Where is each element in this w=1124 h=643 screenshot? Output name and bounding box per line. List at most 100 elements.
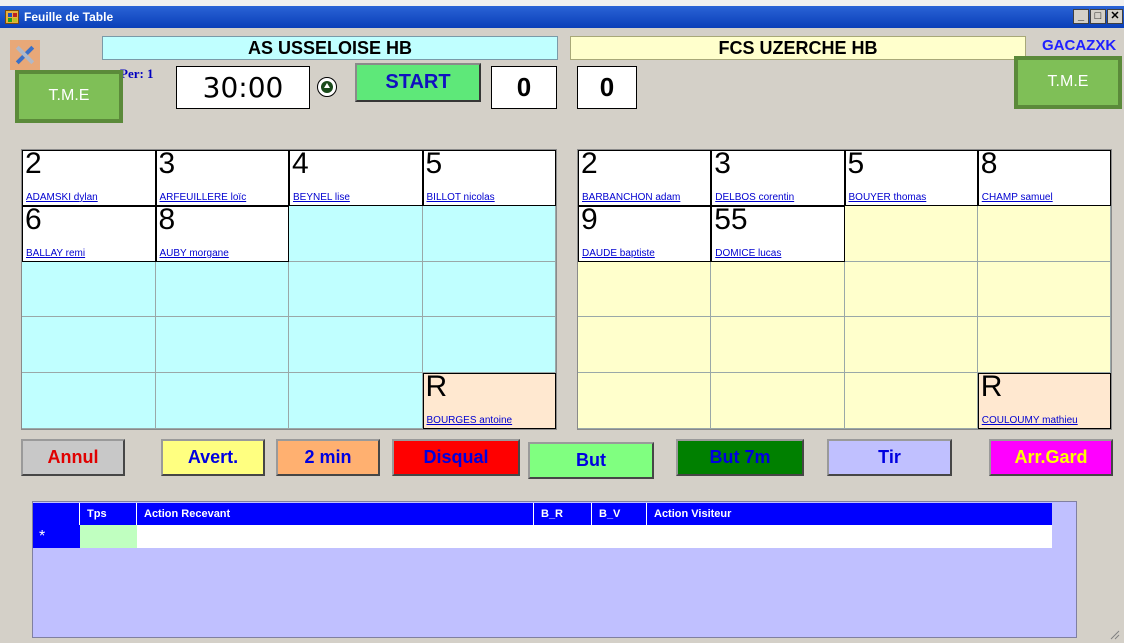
away-timeout-button[interactable]: T.M.E: [1014, 56, 1122, 109]
player-number: 8: [980, 147, 998, 180]
tools-icon[interactable]: [10, 40, 40, 70]
empty-slot[interactable]: [578, 373, 712, 429]
player-number: 4: [292, 147, 309, 180]
shot-button[interactable]: Tir: [827, 439, 952, 476]
player-card[interactable]: 55 DOMICE lucas: [711, 203, 845, 262]
empty-slot[interactable]: [977, 317, 1111, 374]
player-number: 3: [714, 147, 731, 180]
empty-slot[interactable]: [844, 205, 978, 262]
empty-slot[interactable]: [578, 261, 712, 318]
player-number: 5: [847, 147, 865, 180]
home-score: 0: [491, 66, 557, 109]
empty-slot[interactable]: [22, 317, 156, 374]
goal-7m-button[interactable]: But 7m: [676, 439, 804, 476]
column-header-tps[interactable]: Tps: [80, 503, 137, 525]
empty-slot[interactable]: [289, 205, 423, 262]
player-name: BOUYER thomas: [848, 191, 927, 203]
player-card[interactable]: 9 DAUDE baptiste: [578, 203, 712, 262]
disqualify-button[interactable]: Disqual: [392, 439, 520, 476]
home-players-grid: 2 ADAMSKI dylan 3 ARFEUILLERE loïc 4 BEYNEL…: [21, 147, 557, 430]
home-team-name: AS USSELOISE HB: [102, 36, 558, 60]
player-card[interactable]: 3 DELBOS corentin: [711, 147, 845, 206]
reserve-player-card[interactable]: R BOURGES antoine: [422, 370, 556, 429]
column-header-b-r[interactable]: B_R: [534, 503, 592, 525]
empty-slot[interactable]: [422, 317, 556, 374]
empty-slot[interactable]: [977, 205, 1111, 262]
player-card[interactable]: 8 CHAMP samuel: [977, 147, 1111, 206]
player-name: BOURGES antoine: [426, 414, 513, 426]
player-number: R: [425, 370, 448, 404]
start-button[interactable]: START: [355, 63, 481, 102]
empty-slot[interactable]: [844, 373, 978, 429]
goal-button[interactable]: But: [528, 442, 654, 479]
empty-slot[interactable]: [711, 373, 845, 429]
player-name: DOMICE lucas: [715, 247, 782, 259]
player-card[interactable]: 4 BEYNEL lise: [289, 147, 423, 206]
home-timeout-button[interactable]: T.M.E: [15, 70, 123, 123]
two-min-button[interactable]: 2 min: [276, 439, 380, 476]
empty-slot[interactable]: [289, 317, 423, 374]
player-number: 9: [581, 202, 598, 236]
empty-slot[interactable]: [155, 261, 289, 318]
annul-button[interactable]: Annul: [21, 439, 125, 476]
empty-slot[interactable]: [289, 373, 423, 429]
column-header-action-visiteur[interactable]: Action Visiteur: [647, 503, 1052, 525]
empty-slot[interactable]: [22, 373, 156, 429]
player-number: 5: [425, 147, 443, 180]
player-name: BILLOT nicolas: [426, 191, 495, 203]
player-number: 2: [25, 147, 42, 180]
reserve-player-card[interactable]: R COULOUMY mathieu: [977, 370, 1111, 429]
player-number: 6: [25, 202, 42, 236]
empty-slot[interactable]: [155, 373, 289, 429]
player-number: 2: [581, 147, 598, 180]
player-name: BEYNEL lise: [293, 191, 350, 203]
empty-slot[interactable]: [711, 317, 845, 374]
player-card[interactable]: 8 AUBY morgane: [155, 203, 289, 262]
new-row-marker: *: [33, 525, 80, 548]
player-name: CHAMP samuel: [981, 191, 1053, 203]
empty-slot[interactable]: [155, 317, 289, 374]
new-row-tps-cell[interactable]: [80, 525, 137, 548]
title-bar[interactable]: Feuille de Table _ □ ✕: [0, 6, 1124, 28]
row-header-corner: [33, 503, 80, 525]
empty-slot[interactable]: [844, 317, 978, 374]
away-score: 0: [577, 66, 637, 109]
player-card[interactable]: 5 BOUYER thomas: [844, 147, 978, 206]
new-row[interactable]: *: [33, 525, 1052, 548]
window-title: Feuille de Table: [24, 10, 114, 24]
arrow-up-icon[interactable]: [317, 77, 337, 97]
minimize-button[interactable]: _: [1073, 9, 1089, 24]
column-header-b-v[interactable]: B_V: [592, 503, 647, 525]
empty-slot[interactable]: [844, 261, 978, 318]
column-header-action-recevant[interactable]: Action Recevant: [137, 503, 534, 525]
player-number: 55: [714, 202, 748, 236]
away-players-grid: 2 BARBANCHON adam 3 DELBOS corentin 5 BOUYE…: [577, 147, 1112, 430]
empty-slot[interactable]: [578, 317, 712, 374]
away-team-name: FCS UZERCHE HB: [570, 36, 1026, 60]
goalkeeper-save-button[interactable]: Arr.Gard: [989, 439, 1113, 476]
player-name: AUBY morgane: [159, 247, 229, 259]
empty-slot[interactable]: [711, 261, 845, 318]
player-card[interactable]: 5 BILLOT nicolas: [422, 147, 556, 206]
player-name: DAUDE baptiste: [582, 247, 655, 259]
close-button[interactable]: ✕: [1107, 9, 1123, 24]
empty-slot[interactable]: [977, 261, 1111, 318]
player-card[interactable]: 3 ARFEUILLERE loïc: [155, 147, 289, 206]
warning-button[interactable]: Avert.: [161, 439, 265, 476]
action-log-table[interactable]: Tps Action Recevant B_R B_V Action Visit…: [32, 501, 1077, 638]
empty-slot[interactable]: [289, 261, 423, 318]
player-card[interactable]: 2 ADAMSKI dylan: [22, 147, 156, 206]
player-card[interactable]: 2 BARBANCHON adam: [578, 147, 712, 206]
log-header-row: Tps Action Recevant B_R B_V Action Visit…: [33, 503, 1052, 525]
player-number: R: [980, 370, 1003, 404]
empty-slot[interactable]: [22, 261, 156, 318]
player-card[interactable]: 6 BALLAY remi: [22, 203, 156, 262]
resize-grip-icon[interactable]: [1108, 628, 1120, 640]
period-label: Per: 1: [120, 66, 154, 81]
empty-slot[interactable]: [422, 205, 556, 262]
maximize-button[interactable]: □: [1090, 9, 1106, 24]
player-name: COULOUMY mathieu: [981, 414, 1078, 426]
empty-slot[interactable]: [422, 261, 556, 318]
player-number: 3: [158, 147, 176, 180]
game-clock: 30:00: [176, 66, 310, 109]
